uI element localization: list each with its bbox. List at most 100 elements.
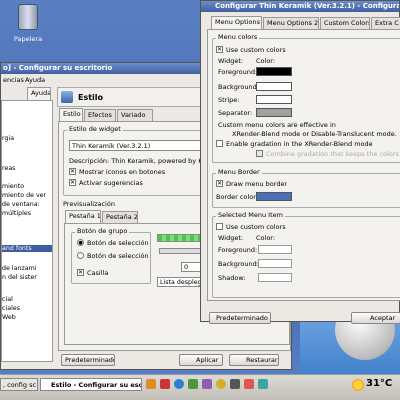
tab-misc[interactable]: Variado	[117, 109, 153, 121]
tray-app-icon[interactable]	[188, 379, 198, 389]
module-title: Estilo	[78, 93, 104, 102]
radio-1[interactable]: ●	[77, 239, 84, 246]
note-line-2: XRender-Blend mode or Disable-Translucen…	[232, 130, 397, 138]
taskbar-task-style[interactable]: Estilo - Configurar su escrito	[40, 378, 142, 391]
color-column-header: Color:	[256, 57, 276, 65]
background-swatch[interactable]	[256, 82, 292, 91]
sidebar-item[interactable]: miento	[2, 183, 24, 190]
sun-icon	[352, 379, 364, 391]
sidebar-item[interactable]: de lanzami	[2, 265, 37, 272]
menu-colors-title: Menu colors	[216, 33, 260, 41]
sidebar-item[interactable]: Web	[2, 314, 16, 321]
tray-app-icon[interactable]	[202, 379, 212, 389]
preview-checkbox-label: Casilla	[87, 269, 109, 277]
taskbar-task-config[interactable]: , config sc	[0, 378, 38, 391]
tab-menu-options-1[interactable]: Menu Options 1	[211, 16, 262, 29]
widget-style-group-title: Estilo de widget	[67, 125, 123, 133]
widget-column-header-2: Widget:	[218, 234, 244, 242]
sidebar-item[interactable]: miento de ver	[2, 192, 46, 199]
separator-swatch[interactable]	[256, 108, 292, 117]
tooltips-checkbox[interactable]: ✕	[69, 179, 76, 186]
stripe-swatch[interactable]	[256, 95, 292, 104]
radio-2[interactable]	[77, 252, 84, 259]
sidebar-item[interactable]: reas	[2, 165, 15, 172]
sidebar-item[interactable]: n del sister	[2, 274, 37, 281]
widget-column-header: Widget:	[218, 57, 244, 65]
tab-effects[interactable]: Efectos	[84, 109, 116, 121]
tray-app-icon[interactable]	[146, 379, 156, 389]
thin-keramik-dialog: Configurar Thin Keramik (Ver.3.2.1) - Co…	[200, 0, 400, 324]
draw-border-checkbox[interactable]: ✕	[216, 180, 223, 187]
note-line-1: Custom menu colors are effective in	[218, 121, 336, 129]
tooltips-label: Activar sugerencias	[79, 179, 143, 187]
separator-label: Separator:	[218, 109, 253, 117]
border-color-swatch[interactable]	[256, 192, 292, 201]
trash-label[interactable]: Papelera	[6, 35, 50, 43]
foreground-2-swatch[interactable]	[258, 245, 292, 254]
tray-app-icon[interactable]	[174, 379, 184, 389]
combine-gradation-checkbox[interactable]	[256, 150, 263, 157]
combine-gradation-label: Combine gradation that keeps the colors …	[266, 150, 400, 158]
sidebar-tree[interactable]: rgia reas miento miento de ver de ventan…	[1, 100, 53, 362]
border-color-label: Border color:	[216, 193, 258, 201]
gradation-label: Enable gradation in the XRender-Blend mo…	[226, 140, 373, 148]
trash-icon[interactable]	[18, 4, 38, 30]
tab-help[interactable]: Ayuda	[27, 87, 51, 100]
sidebar-item[interactable]: cial	[2, 296, 13, 303]
use-custom-colors-2-checkbox[interactable]	[216, 223, 223, 230]
use-custom-colors-2-label: Use custom colors	[226, 223, 286, 231]
preview-tab-2[interactable]: Pestaña 2	[102, 211, 138, 223]
use-custom-colors-checkbox[interactable]: ✕	[216, 46, 223, 53]
background-label: Background:	[218, 83, 259, 91]
selected-item-title: Selected Menu Item	[216, 211, 285, 219]
tab-menu-options-2[interactable]: Menu Options 2	[263, 17, 319, 29]
foreground-2-label: Foreground:	[218, 246, 258, 254]
foreground-label: Foreground:	[218, 68, 258, 76]
tab-custom-colors[interactable]: Custom Colors	[320, 17, 370, 29]
tray-app-icon[interactable]	[244, 379, 254, 389]
show-icons-label: Mostrar iconos en botones	[79, 168, 166, 176]
tray-app-icon[interactable]	[160, 379, 170, 389]
radio-1-label: Botón de selección	[87, 239, 149, 247]
sidebar-item[interactable]: ciales	[2, 305, 20, 312]
tray-app-icon[interactable]	[258, 379, 268, 389]
background-2-swatch[interactable]	[258, 259, 292, 268]
style-module-icon	[61, 91, 73, 103]
radio-2-label: Botón de selección	[87, 252, 149, 260]
stripe-label: Stripe:	[218, 96, 240, 104]
color-column-header-2: Color:	[256, 234, 276, 242]
apply-button[interactable]: Aplicar	[179, 354, 223, 366]
tab-style[interactable]: Estilo	[59, 108, 83, 121]
show-icons-checkbox[interactable]: ✕	[69, 168, 76, 175]
tray-app-icon[interactable]	[230, 379, 240, 389]
reset-button[interactable]: Restaurar	[229, 354, 279, 366]
temperature: 31°C	[366, 378, 393, 389]
taskbar: , config sc Estilo - Configurar su escri…	[0, 374, 400, 400]
preview-checkbox[interactable]: ✕	[77, 269, 84, 276]
draw-border-label: Draw menu border	[226, 180, 288, 188]
sidebar-item[interactable]: de ventana:	[2, 201, 40, 208]
background-2-label: Background:	[218, 260, 259, 268]
menu-border-group	[212, 173, 400, 208]
default-button[interactable]: Predeterminado	[61, 354, 115, 366]
button-group-title: Botón de grupo	[75, 227, 130, 235]
use-custom-colors-label: Use custom colors	[226, 46, 286, 54]
menu-item-preferences[interactable]: encias	[3, 76, 24, 84]
sidebar-item[interactable]: rgia	[2, 135, 14, 142]
preview-tab-1[interactable]: Pestaña 1	[65, 210, 101, 223]
shadow-swatch[interactable]	[258, 273, 292, 282]
sidebar-item[interactable]: and fonts	[2, 245, 52, 252]
shadow-label: Shadow:	[218, 274, 246, 282]
tab-extra[interactable]: Extra C	[371, 17, 400, 29]
tray-icons	[146, 379, 336, 391]
foreground-swatch[interactable]	[256, 67, 292, 76]
preview-label: Previsualización	[63, 200, 115, 208]
sidebar-item[interactable]: múltiples	[2, 210, 31, 217]
menu-item-help[interactable]: Ayuda	[25, 76, 45, 84]
dialog-default-button[interactable]: Predeterminado	[209, 312, 271, 324]
gradation-checkbox[interactable]	[216, 140, 223, 147]
menu-border-title: Menu Border	[216, 168, 262, 176]
accept-button[interactable]: Aceptar	[351, 312, 400, 324]
dialog-titlebar[interactable]: Configurar Thin Keramik (Ver.3.2.1) - Co…	[201, 1, 399, 12]
tray-app-icon[interactable]	[216, 379, 226, 389]
